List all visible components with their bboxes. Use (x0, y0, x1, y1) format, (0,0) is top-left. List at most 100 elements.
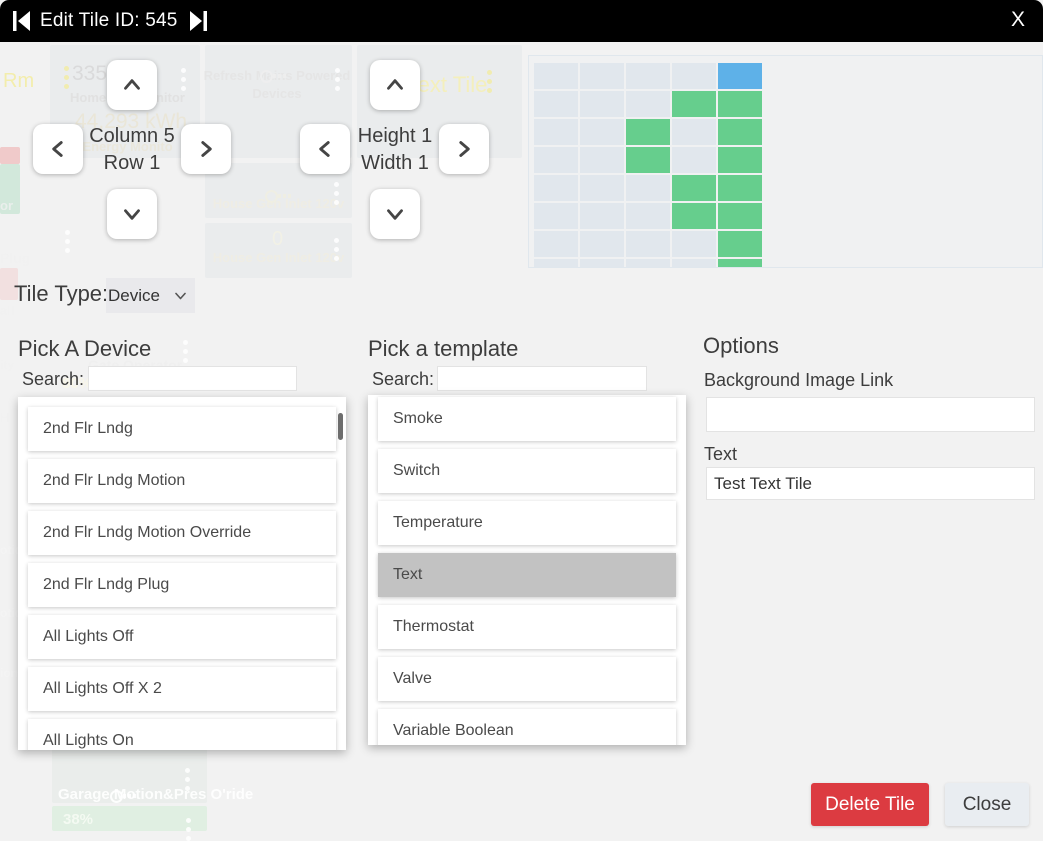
grid-cell-current-tile (718, 63, 762, 89)
template-picker-heading: Pick a template (368, 336, 518, 362)
faded-tile-block (0, 147, 20, 164)
faded-kebab-menu-icon (65, 230, 70, 253)
faded-tile-block (0, 164, 20, 214)
column-value: Column 5 (70, 123, 194, 150)
text-option-label: Text (704, 444, 737, 465)
grid-cell-empty (626, 175, 670, 201)
grid-cell-occupied (718, 147, 762, 173)
row-value: Row 1 (70, 150, 194, 177)
chevron-down-icon (175, 292, 186, 300)
width-increase-button[interactable] (439, 124, 489, 174)
faded-tile-block (52, 806, 207, 831)
device-picker-heading: Pick A Device (18, 336, 151, 362)
device-list-item[interactable]: All Lights Off X 2 (28, 667, 336, 711)
template-list-item[interactable]: Variable Boolean (378, 709, 676, 745)
grid-cell-empty (672, 147, 716, 173)
grid-cell-empty (626, 63, 670, 89)
grid-cell-occupied (718, 203, 762, 229)
grid-cell-empty (580, 175, 624, 201)
grid-cell-empty (580, 231, 624, 257)
grid-cell-occupied (718, 91, 762, 117)
next-tile-icon[interactable] (190, 11, 207, 31)
device-list-item[interactable]: 2nd Flr Lndg Motion Override (28, 511, 336, 555)
template-list-item[interactable]: Valve (378, 657, 676, 701)
grid-cell-occupied (718, 231, 762, 257)
grid-cell-occupied (672, 175, 716, 201)
device-list-item[interactable]: 2nd Flr Lndg (28, 407, 336, 451)
device-list-item[interactable]: All Lights On (28, 719, 336, 750)
grid-cell-empty (626, 259, 670, 268)
device-list-item[interactable]: 2nd Flr Lndg Motion (28, 459, 336, 503)
grid-cell-occupied (718, 175, 762, 201)
height-down-button[interactable] (370, 189, 420, 239)
grid-cell-empty (672, 119, 716, 145)
position-label: Column 5 Row 1 (70, 123, 194, 177)
delete-tile-button[interactable]: Delete Tile (811, 783, 929, 826)
grid-cell-empty (580, 147, 624, 173)
tile-position-grid (534, 63, 762, 268)
device-list-item[interactable]: 2nd Flr Lndg Plug (28, 563, 336, 607)
faded-kebab-menu-icon (183, 340, 188, 363)
grid-cell-empty (534, 147, 578, 173)
grid-cell-empty (534, 91, 578, 117)
row-down-button[interactable] (107, 189, 157, 239)
grid-cell-empty (580, 91, 624, 117)
grid-cell-empty (626, 91, 670, 117)
grid-cell-empty (580, 259, 624, 268)
grid-cell-occupied (718, 119, 762, 145)
device-search-input[interactable] (88, 366, 297, 391)
grid-cell-empty (580, 63, 624, 89)
tile-type-select[interactable]: Device (106, 278, 195, 313)
background-image-link-input[interactable] (706, 397, 1035, 432)
grid-cell-empty (534, 119, 578, 145)
tile-type-label: Tile Type: (14, 281, 108, 307)
grid-cell-empty (534, 231, 578, 257)
grid-cell-empty (534, 203, 578, 229)
template-list-item[interactable]: Text (378, 553, 676, 597)
column-right-button[interactable] (181, 124, 231, 174)
close-button[interactable]: Close (945, 783, 1029, 826)
grid-cell-empty (672, 231, 716, 257)
grid-cell-occupied (626, 119, 670, 145)
device-list-item[interactable]: All Lights Off (28, 615, 336, 659)
faded-dashboard-text: all (0, 303, 14, 318)
faded-tile-block (205, 223, 352, 278)
background-image-link-label: Background Image Link (704, 370, 893, 391)
text-option-input[interactable] (706, 467, 1035, 500)
grid-cell-occupied (718, 259, 762, 268)
options-heading: Options (703, 333, 779, 359)
template-list: Smoke Switch Temperature Text Thermostat Valv… (368, 395, 686, 745)
template-list-item[interactable]: Temperature (378, 501, 676, 545)
grid-cell-empty (672, 259, 716, 268)
grid-cell-empty (534, 175, 578, 201)
grid-cell-empty (626, 203, 670, 229)
faded-dashboard-text: Plug (0, 250, 30, 266)
close-icon[interactable]: X (1005, 7, 1031, 33)
grid-cell-occupied (672, 91, 716, 117)
grid-cell-occupied (672, 203, 716, 229)
grid-cell-empty (580, 203, 624, 229)
previous-tile-icon[interactable] (13, 11, 30, 31)
template-list-item[interactable]: Switch (378, 449, 676, 493)
faded-dashboard-text: ity (0, 358, 14, 372)
dialog-title: Edit Tile ID: 545 (40, 10, 178, 32)
grid-cell-empty (580, 119, 624, 145)
height-up-button[interactable] (370, 60, 420, 110)
grid-cell-occupied (626, 147, 670, 173)
template-search-label: Search: (372, 369, 434, 390)
faded-dashboard-text: Rm (3, 70, 34, 93)
faded-tile-block (52, 748, 207, 803)
template-search-input[interactable] (437, 366, 647, 391)
grid-cell-empty (672, 63, 716, 89)
device-list-scrollbar[interactable] (338, 413, 343, 440)
grid-cell-empty (626, 231, 670, 257)
device-search-label: Search: (22, 369, 84, 390)
device-list: 2nd Flr Lndg 2nd Flr Lndg Motion 2nd Flr L… (18, 397, 346, 750)
template-list-item[interactable]: Smoke (378, 397, 676, 441)
row-up-button[interactable] (107, 60, 157, 110)
faded-dashboard-text: H (0, 410, 9, 425)
faded-dashboard-text: ion (0, 666, 18, 680)
title-bar: Edit Tile ID: 545 X (0, 0, 1043, 42)
template-list-item[interactable]: Thermostat (378, 605, 676, 649)
grid-cell-empty (534, 63, 578, 89)
